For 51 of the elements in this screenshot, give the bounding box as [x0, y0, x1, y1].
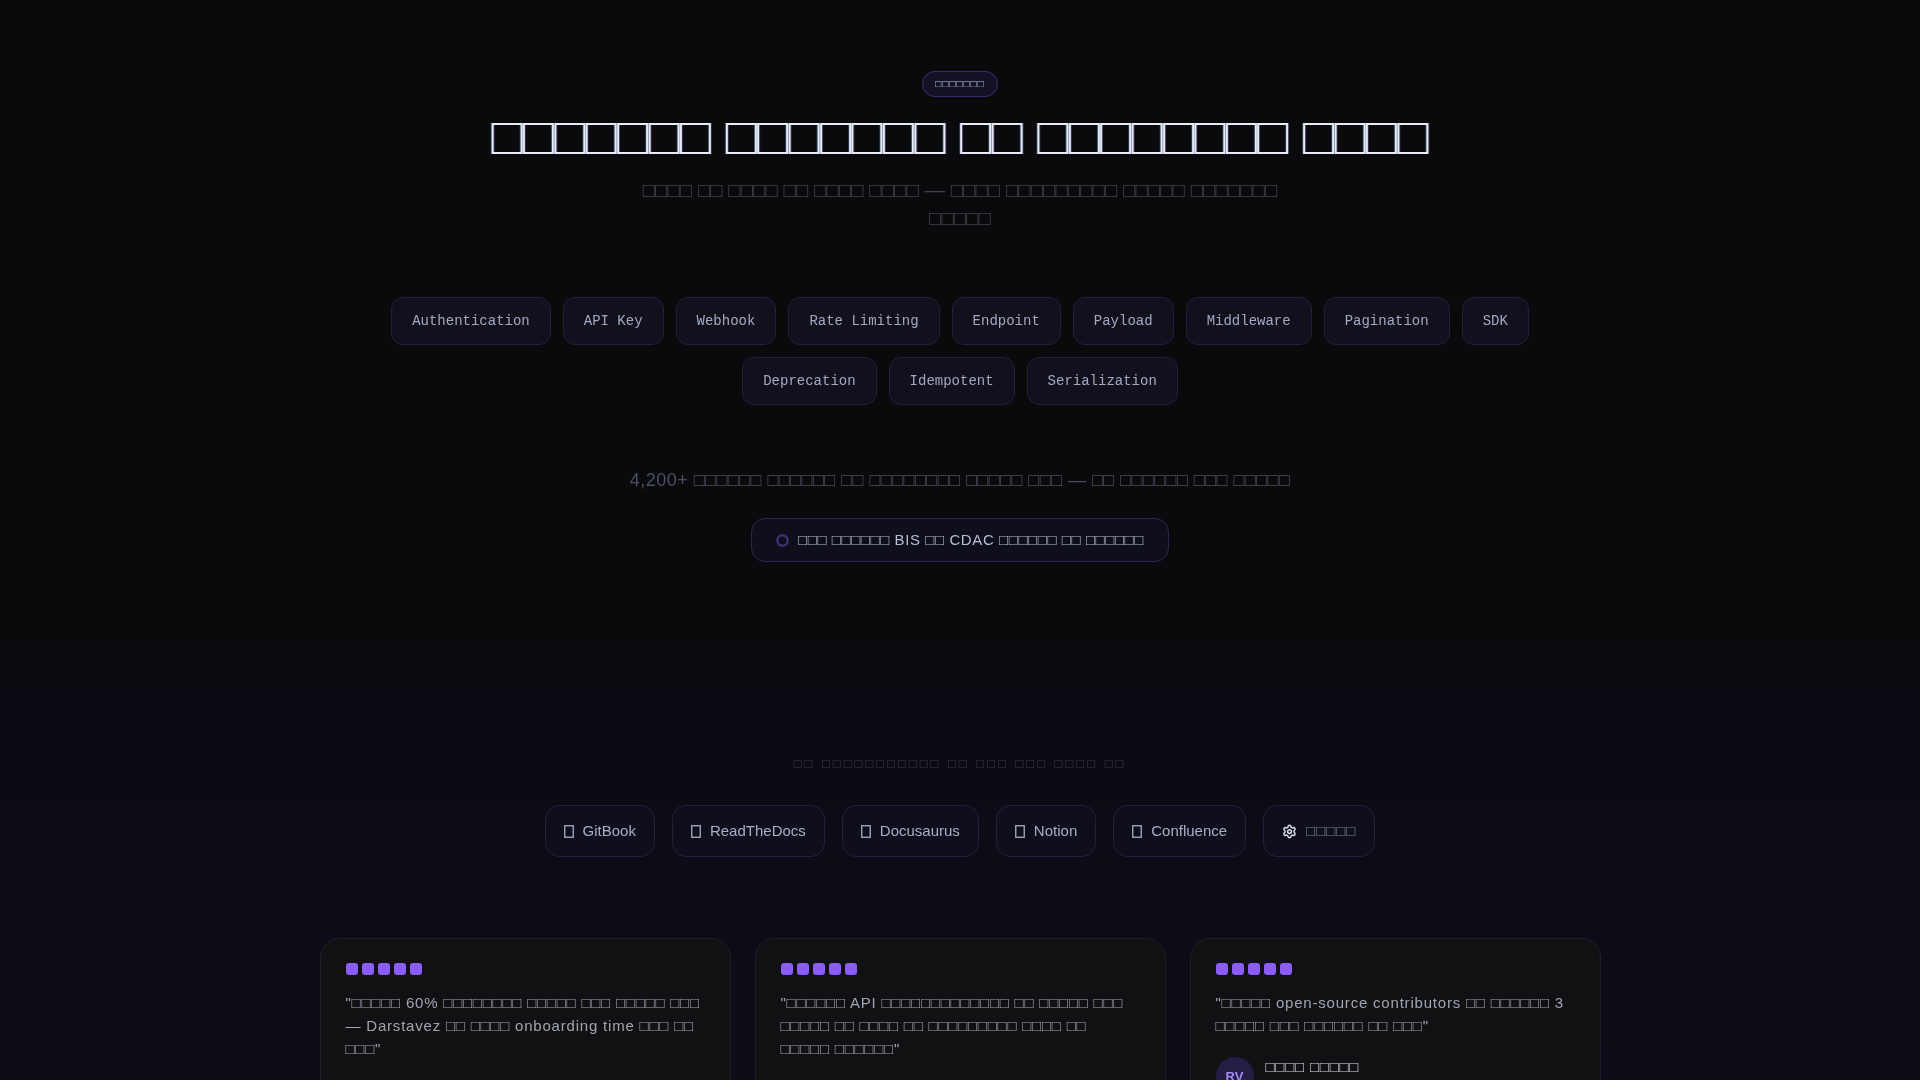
- term-tag: Webhook: [675, 297, 777, 345]
- notice-text: □□□ □□□□□□ BIS □□ CDAC □□□□□□ □□ □□□□□□: [798, 530, 1144, 550]
- gear-icon: [1282, 823, 1298, 839]
- avatar-initials: RV: [1215, 1057, 1254, 1080]
- rectangle-icon: [1132, 824, 1143, 838]
- rating-square-icon: [409, 963, 422, 975]
- term-tag: Deprecation: [742, 357, 877, 405]
- rating-square-icon: [377, 963, 390, 975]
- hero-title: □□□□□□□ □□□□□□□ □□ □□□□□□□□ □□□□: [491, 108, 1429, 164]
- testimonial-quote: "□□□□□□ API □□□□□□□□□□□□□ □□ □□□□□ □□□ □□□□□ □□ □□□□ □□ □□□□□□□□□ □□□□ □□ □□□□□ □□□□□□": [780, 993, 1125, 1059]
- rating-square-icon: [1263, 963, 1276, 975]
- term-tag: Rate Limiting: [788, 297, 940, 345]
- integration-label: ReadTheDocs: [709, 821, 806, 841]
- stats-text: 4,200+ □□□□□□ □□□□□□ □□ □□□□□□□□ □□□□□ □□□ — □□ □□□□□□ □□□ □□□□□: [629, 469, 1291, 492]
- integration-label: Docusaurus: [879, 821, 960, 841]
- integration-label: Confluence: [1151, 821, 1228, 841]
- hero-subtitle: □□□□ □□ □□□□ □□ □□□□ □□□□ — □□□□ □□□□□□□□□ □□□□□ □□□□□□□ □□□□□: [641, 177, 1279, 231]
- rating-square-icon: [1215, 963, 1228, 975]
- term-tag: SDK: [1461, 297, 1529, 345]
- rating-square-icon: [812, 963, 825, 975]
- author-name: □□□□ □□□□□: [1265, 1057, 1360, 1077]
- term-tag: Endpoint: [951, 297, 1061, 345]
- ring-icon: [776, 533, 790, 547]
- term-tag: Idempotent: [888, 357, 1015, 405]
- rating-square-icon: [1247, 963, 1260, 975]
- rating-square-icon: [1279, 963, 1292, 975]
- rating-square-icon: [828, 963, 841, 975]
- term-tag: Pagination: [1323, 297, 1450, 345]
- hero-badge: □□□□□□□: [922, 71, 998, 97]
- testimonial-quote: "□□□□□ 60% □□□□□□□□ □□□□□ □□□ □□□□□ □□□ — Darstavez □□ □□□□ onboarding time □□□ □□ □□□": [345, 993, 701, 1059]
- testimonial-quote: "□□□□□ open-source contributors □□ □□□□□□ 3 □□□□□ □□□ □□□□□□ □□ □□□": [1215, 993, 1565, 1036]
- rectangle-icon: [860, 824, 871, 838]
- integrations-heading: □□ □□□□□□□□□□□ □□ □□□ □□□ □□□□ □□: [793, 756, 1127, 772]
- integration-label: GitBook: [582, 821, 636, 841]
- rectangle-icon: [1014, 824, 1025, 838]
- integration-label: Notion: [1033, 821, 1078, 841]
- rating-square-icon: [780, 963, 793, 975]
- rating-square-icon: [361, 963, 374, 975]
- rating-square-icon: [796, 963, 809, 975]
- term-tag: Authentication: [391, 297, 551, 345]
- rectangle-icon: [690, 824, 701, 838]
- integration-label: □□□□□: [1306, 821, 1357, 841]
- rating-square-icon: [393, 963, 406, 975]
- term-tag: Serialization: [1026, 357, 1178, 405]
- rating-square-icon: [844, 963, 857, 975]
- rating-square-icon: [345, 963, 358, 975]
- term-tag: Middleware: [1185, 297, 1312, 345]
- rating-square-icon: [1231, 963, 1244, 975]
- term-tag: Payload: [1072, 297, 1174, 345]
- rectangle-icon: [563, 824, 574, 838]
- term-tag: API Key: [562, 297, 664, 345]
